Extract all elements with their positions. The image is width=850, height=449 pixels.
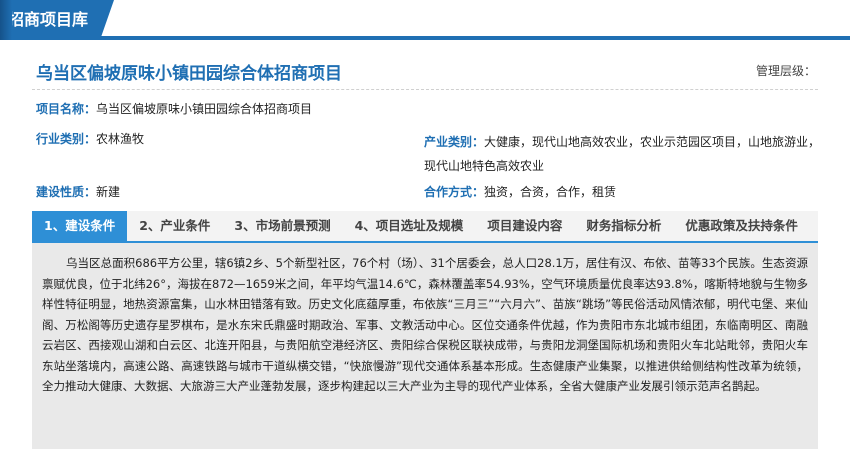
sector-row: 产业类别：大健康，现代山地高效农业，农业示范园区项目，山地旅游业， 现代山地特色…: [424, 130, 820, 178]
tab-market-forecast[interactable]: 3、市场前景预测: [222, 211, 342, 241]
tab-shadow-decoration: [0, 0, 12, 40]
nature-row: 建设性质：新建: [36, 183, 120, 200]
nature-label: 建设性质：: [36, 185, 97, 199]
sector-label: 产业类别：: [424, 135, 485, 149]
tab-policy-support[interactable]: 优惠政策及扶持条件: [673, 211, 810, 241]
construction-conditions-text: 乌当区总面积686平方公里，辖6镇2乡、5个新型社区，76个村（场）、31个居委…: [42, 256, 808, 393]
tab-construction-conditions[interactable]: 1、建设条件: [32, 211, 128, 241]
nature-value: 新建: [96, 185, 121, 199]
title-divider: [32, 89, 818, 90]
industry-value: 农林渔牧: [96, 132, 145, 146]
sector-value-line2: 现代山地特色高效农业: [424, 159, 545, 173]
project-name-label: 项目名称：: [36, 102, 97, 116]
section-title-tab: 招商项目库: [0, 0, 100, 40]
cooperation-row: 合作方式：独资，合资，合作，租赁: [424, 183, 616, 200]
tab-content-panel: 乌当区总面积686平方公里，辖6镇2乡、5个新型社区，76个村（场）、31个居委…: [32, 243, 818, 449]
project-name-row: 项目名称：乌当区偏坡原味小镇田园综合体招商项目: [36, 100, 312, 117]
tab-industry-conditions[interactable]: 2、产业条件: [127, 211, 222, 241]
header-underline: [0, 36, 850, 40]
section-title: 招商项目库: [8, 10, 89, 29]
cooperation-label: 合作方式：: [424, 185, 485, 199]
tab-construction-content[interactable]: 项目建设内容: [475, 211, 574, 241]
tab-corner-decoration: [100, 0, 114, 40]
cooperation-value: 独资，合资，合作，租赁: [484, 185, 617, 199]
project-name-value: 乌当区偏坡原味小镇田园综合体招商项目: [96, 102, 313, 116]
sector-value-line1: 大健康，现代山地高效农业，农业示范园区项目，山地旅游业，: [484, 135, 821, 149]
management-level-label: 管理层级：: [755, 64, 816, 78]
tab-site-and-scale[interactable]: 4、项目选址及规模: [343, 211, 476, 241]
industry-label: 行业类别：: [36, 132, 97, 146]
top-header-bar: 招商项目库: [0, 0, 850, 40]
industry-row: 行业类别：农林渔牧: [36, 130, 144, 147]
tab-financial-analysis[interactable]: 财务指标分析: [574, 211, 673, 241]
project-title: 乌当区偏坡原味小镇田园综合体招商项目: [36, 64, 342, 84]
info-tabs: 1、建设条件 2、产业条件 3、市场前景预测 4、项目选址及规模 项目建设内容 …: [32, 211, 818, 243]
